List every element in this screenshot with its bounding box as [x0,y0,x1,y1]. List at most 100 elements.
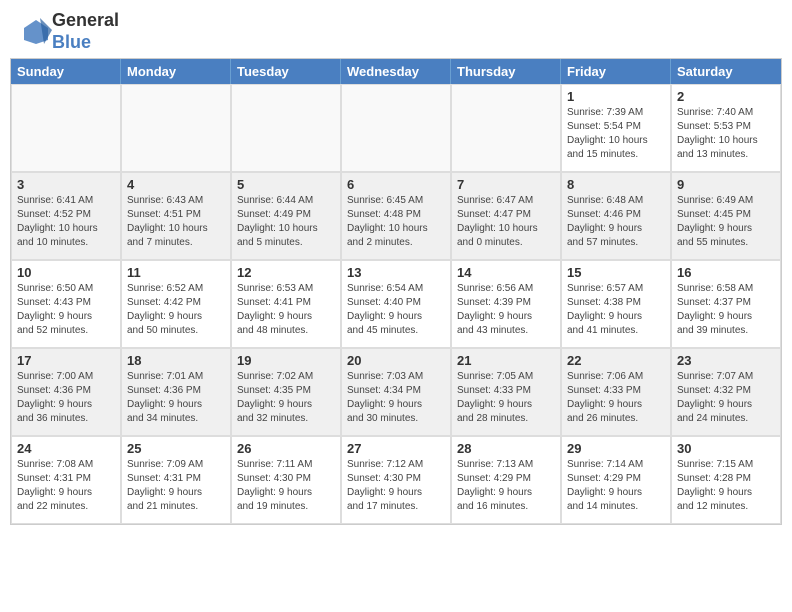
calendar-cell [451,84,561,172]
day-number: 13 [347,265,445,280]
calendar: SundayMondayTuesdayWednesdayThursdayFrid… [10,58,782,525]
logo-general: General [52,10,119,30]
day-info: Sunrise: 7:08 AMSunset: 4:31 PMDaylight:… [17,458,115,514]
calendar-body: 1 Sunrise: 7:39 AMSunset: 5:54 PMDaylight… [11,84,781,524]
calendar-cell: 4 Sunrise: 6:43 AMSunset: 4:51 PMDaylight… [121,172,231,260]
calendar-cell [11,84,121,172]
day-info: Sunrise: 7:01 AMSunset: 4:36 PMDaylight:… [127,370,225,426]
day-info: Sunrise: 6:47 AMSunset: 4:47 PMDaylight:… [457,194,555,250]
page-container: General Blue SundayMondayTuesdayWednesda… [0,0,792,525]
calendar-cell: 11 Sunrise: 6:52 AMSunset: 4:42 PMDayligh… [121,260,231,348]
day-number: 17 [17,353,115,368]
calendar-cell: 6 Sunrise: 6:45 AMSunset: 4:48 PMDaylight… [341,172,451,260]
calendar-cell [231,84,341,172]
day-number: 22 [567,353,665,368]
day-number: 1 [567,89,665,104]
weekday-header: Wednesday [341,59,451,84]
calendar-cell [341,84,451,172]
calendar-cell: 23Sunrise: 7:07 AMSunset: 4:32 PMDayligh… [671,348,781,436]
calendar-cell: 19 Sunrise: 7:02 AMSunset: 4:35 PMDayligh… [231,348,341,436]
calendar-cell: 14 Sunrise: 6:56 AMSunset: 4:39 PMDayligh… [451,260,561,348]
day-info: Sunrise: 7:15 AMSunset: 4:28 PMDaylight:… [677,458,775,514]
day-info: Sunrise: 6:43 AMSunset: 4:51 PMDaylight:… [127,194,225,250]
calendar-cell: 24 Sunrise: 7:08 AMSunset: 4:31 PMDayligh… [11,436,121,524]
day-number: 26 [237,441,335,456]
day-number: 2 [677,89,775,104]
calendar-cell: 20 Sunrise: 7:03 AMSunset: 4:34 PMDayligh… [341,348,451,436]
day-number: 19 [237,353,335,368]
weekday-header: Tuesday [231,59,341,84]
calendar-cell: 10Sunrise: 6:50 AMSunset: 4:43 PMDayligh… [11,260,121,348]
day-info: Sunrise: 7:00 AMSunset: 4:36 PMDaylight:… [17,370,115,426]
header: General Blue [0,0,792,58]
day-number: 4 [127,177,225,192]
weekday-header: Sunday [11,59,121,84]
day-info: Sunrise: 7:12 AMSunset: 4:30 PMDaylight:… [347,458,445,514]
logo-blue: Blue [52,32,91,52]
day-number: 7 [457,177,555,192]
day-info: Sunrise: 7:13 AMSunset: 4:29 PMDaylight:… [457,458,555,514]
calendar-cell: 22 Sunrise: 7:06 AMSunset: 4:33 PMDayligh… [561,348,671,436]
logo: General Blue [20,10,119,53]
day-number: 15 [567,265,665,280]
day-info: Sunrise: 6:58 AMSunset: 4:37 PMDaylight:… [677,282,775,338]
calendar-cell [121,84,231,172]
day-info: Sunrise: 7:09 AMSunset: 4:31 PMDaylight:… [127,458,225,514]
calendar-cell: 30 Sunrise: 7:15 AMSunset: 4:28 PMDayligh… [671,436,781,524]
day-info: Sunrise: 7:14 AMSunset: 4:29 PMDaylight:… [567,458,665,514]
calendar-cell: 8Sunrise: 6:48 AMSunset: 4:46 PMDaylight… [561,172,671,260]
calendar-cell: 5Sunrise: 6:44 AMSunset: 4:49 PMDaylight… [231,172,341,260]
day-number: 12 [237,265,335,280]
day-number: 21 [457,353,555,368]
day-info: Sunrise: 7:11 AMSunset: 4:30 PMDaylight:… [237,458,335,514]
calendar-cell: 25 Sunrise: 7:09 AMSunset: 4:31 PMDayligh… [121,436,231,524]
day-number: 27 [347,441,445,456]
day-info: Sunrise: 6:49 AMSunset: 4:45 PMDaylight:… [677,194,775,250]
day-info: Sunrise: 7:40 AMSunset: 5:53 PMDaylight:… [677,106,775,162]
calendar-cell: 17 Sunrise: 7:00 AMSunset: 4:36 PMDayligh… [11,348,121,436]
calendar-cell: 3Sunrise: 6:41 AMSunset: 4:52 PMDaylight… [11,172,121,260]
day-number: 14 [457,265,555,280]
day-info: Sunrise: 6:52 AMSunset: 4:42 PMDaylight:… [127,282,225,338]
calendar-cell: 27 Sunrise: 7:12 AMSunset: 4:30 PMDayligh… [341,436,451,524]
calendar-cell: 9 Sunrise: 6:49 AMSunset: 4:45 PMDaylight… [671,172,781,260]
day-info: Sunrise: 7:03 AMSunset: 4:34 PMDaylight:… [347,370,445,426]
day-number: 18 [127,353,225,368]
day-number: 24 [17,441,115,456]
weekday-header: Thursday [451,59,561,84]
day-number: 25 [127,441,225,456]
calendar-cell: 28 Sunrise: 7:13 AMSunset: 4:29 PMDayligh… [451,436,561,524]
day-number: 30 [677,441,775,456]
day-info: Sunrise: 7:39 AMSunset: 5:54 PMDaylight:… [567,106,665,162]
day-info: Sunrise: 7:05 AMSunset: 4:33 PMDaylight:… [457,370,555,426]
day-info: Sunrise: 6:56 AMSunset: 4:39 PMDaylight:… [457,282,555,338]
day-info: Sunrise: 6:57 AMSunset: 4:38 PMDaylight:… [567,282,665,338]
day-number: 8 [567,177,665,192]
day-number: 20 [347,353,445,368]
calendar-cell: 15 Sunrise: 6:57 AMSunset: 4:38 PMDayligh… [561,260,671,348]
calendar-cell: 2 Sunrise: 7:40 AMSunset: 5:53 PMDaylight… [671,84,781,172]
day-number: 5 [237,177,335,192]
day-number: 9 [677,177,775,192]
day-info: Sunrise: 6:53 AMSunset: 4:41 PMDaylight:… [237,282,335,338]
day-number: 6 [347,177,445,192]
calendar-cell: 16Sunrise: 6:58 AMSunset: 4:37 PMDayligh… [671,260,781,348]
day-info: Sunrise: 6:45 AMSunset: 4:48 PMDaylight:… [347,194,445,250]
calendar-cell: 1 Sunrise: 7:39 AMSunset: 5:54 PMDaylight… [561,84,671,172]
calendar-cell: 29 Sunrise: 7:14 AMSunset: 4:29 PMDayligh… [561,436,671,524]
day-number: 11 [127,265,225,280]
calendar-cell: 7 Sunrise: 6:47 AMSunset: 4:47 PMDaylight… [451,172,561,260]
day-number: 28 [457,441,555,456]
calendar-header: SundayMondayTuesdayWednesdayThursdayFrid… [11,59,781,84]
day-number: 29 [567,441,665,456]
day-number: 10 [17,265,115,280]
logo-text: General Blue [52,10,119,53]
weekday-header: Saturday [671,59,781,84]
day-info: Sunrise: 7:07 AMSunset: 4:32 PMDaylight:… [677,370,775,426]
day-info: Sunrise: 7:02 AMSunset: 4:35 PMDaylight:… [237,370,335,426]
day-info: Sunrise: 7:06 AMSunset: 4:33 PMDaylight:… [567,370,665,426]
logo-icon [20,16,52,48]
calendar-cell: 26 Sunrise: 7:11 AMSunset: 4:30 PMDayligh… [231,436,341,524]
calendar-cell: 21 Sunrise: 7:05 AMSunset: 4:33 PMDayligh… [451,348,561,436]
calendar-cell: 18 Sunrise: 7:01 AMSunset: 4:36 PMDayligh… [121,348,231,436]
